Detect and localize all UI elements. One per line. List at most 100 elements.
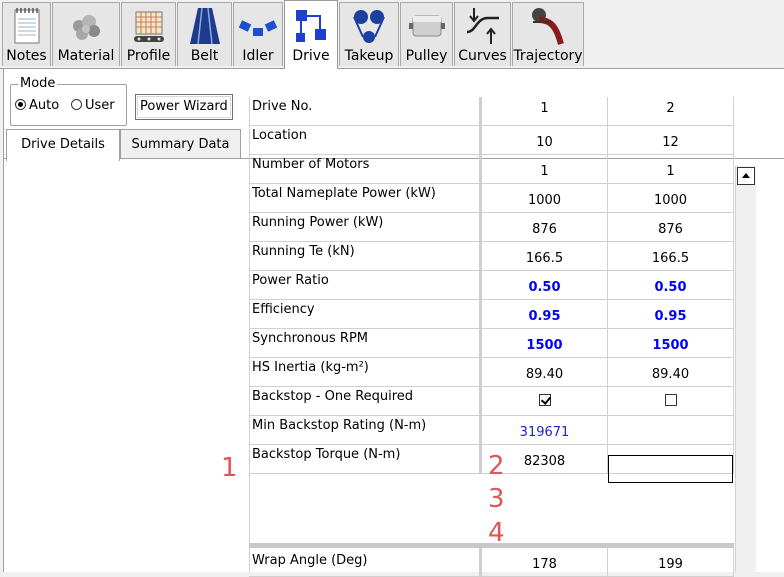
drive1-value[interactable]: 319671 [482,416,608,445]
drive2-value[interactable]: 166.5 [608,242,734,271]
drive1-value[interactable]: 876 [482,213,608,242]
drive1-value[interactable]: 1 [482,97,608,126]
grid-row-wrap-angle: Wrap Angle (Deg) 178 199 [249,548,734,577]
drive1-value[interactable]: 10 [482,126,608,155]
mode-auto-radio[interactable]: Auto [15,98,59,113]
drive1-value[interactable]: 166.5 [482,242,608,271]
drive2-value[interactable]: 1500 [608,329,734,358]
column-separator [479,184,482,213]
drive2-value[interactable]: 89.40 [608,358,734,387]
tab-notes-label: Notes [6,48,47,64]
tab-material-label: Material [57,48,115,64]
ribbon-toolbar: Notes Material Profile Belt Idler Drive … [0,0,784,69]
tab-profile-label: Profile [126,48,171,64]
drive1-value[interactable]: 0.95 [482,300,608,329]
mode-auto-label: Auto [29,98,60,113]
tab-idler[interactable]: Idler [233,2,283,66]
tab-trajectory-label: Trajectory [513,48,583,64]
drive2-value[interactable] [608,416,734,445]
tab-belt-label: Belt [190,48,219,64]
drive1-value[interactable]: 1000 [482,184,608,213]
column-separator [479,126,482,155]
scroll-up-arrow-icon[interactable] [737,167,755,185]
row-label: Backstop - One Required [249,387,482,416]
idler-icon [239,20,277,36]
column-separator [479,329,482,358]
drive2-value[interactable]: 876 [608,213,734,242]
column-separator [479,445,482,474]
column-separator [479,213,482,242]
tab-idler-label: Idler [242,48,274,64]
mode-legend: Mode [18,76,58,91]
tab-takeup[interactable]: Takeup [339,2,399,66]
curves-icon [466,8,499,44]
column-separator [479,416,482,445]
pulley-icon [408,15,445,37]
power-wizard-button[interactable]: Power Wizard [135,94,233,120]
grid-row-number-of-motors: Number of Motors 1 1 [249,155,734,184]
row-label: Running Power (kW) [249,213,482,242]
material-icon [73,15,100,40]
row-label: Drive No. [249,97,482,126]
drive1-value[interactable]: 178 [482,548,608,577]
grid-row-location: Location 10 12 [249,126,734,155]
mode-user-label: User [85,98,115,113]
drive1-value[interactable]: 0.50 [482,271,608,300]
row-label: Efficiency [249,300,482,329]
drive2-backstop-checkbox[interactable] [664,394,677,406]
drive1-value[interactable]: 1 [482,155,608,184]
drive2-value[interactable]: 1 [608,155,734,184]
annotation-4: 4 [488,518,505,548]
tab-pulley[interactable]: Pulley [400,2,453,66]
drive2-value[interactable]: 199 [608,548,734,577]
grid-row-running-power: Running Power (kW) 876 876 [249,213,734,242]
column-separator [479,387,482,416]
annotation-3: 3 [488,484,505,514]
tab-trajectory[interactable]: Trajectory [512,2,584,66]
column-separator [479,300,482,329]
tab-curves[interactable]: Curves [454,2,511,66]
mode-user-radio[interactable]: User [71,98,115,113]
tab-drive[interactable]: Drive [284,0,338,69]
column-separator [479,548,482,577]
drive2-value[interactable]: 1000 [608,184,734,213]
row-label: Backstop Torque (N-m) [249,445,482,474]
tab-belt[interactable]: Belt [177,2,232,66]
row-label: Synchronous RPM [249,329,482,358]
grid-row-drive-no: Drive No. 1 2 [249,97,734,126]
tab-profile[interactable]: Profile [121,2,176,66]
grid-row-hs-inertia: HS Inertia (kg-m²) 89.40 89.40 [249,358,734,387]
grid-row-nameplate-power: Total Nameplate Power (kW) 1000 1000 [249,184,734,213]
annotation-1: 1 [221,453,238,483]
drive2-value[interactable]: 0.95 [608,300,734,329]
drive1-value[interactable]: 1500 [482,329,608,358]
grid-row-running-te: Running Te (kN) 166.5 166.5 [249,242,734,271]
drive2-value[interactable]: 0.50 [608,271,734,300]
drive1-backstop-cell [482,387,608,416]
radio-selected-icon [15,99,26,110]
grid-row-power-ratio: Power Ratio 0.50 0.50 [249,271,734,300]
row-label: Total Nameplate Power (kW) [249,184,482,213]
subtab-drive-details[interactable]: Drive Details [6,129,120,161]
grid-row-efficiency: Efficiency 0.95 0.95 [249,300,734,329]
drive2-value[interactable]: 12 [608,126,734,155]
tab-pulley-label: Pulley [405,48,448,64]
tab-curves-label: Curves [458,48,507,64]
radio-unselected-icon [71,99,82,110]
belt-icon [189,7,220,45]
row-label: Power Ratio [249,271,482,300]
notes-icon [14,8,39,44]
grid-row-backstop: Backstop - One Required [249,387,734,416]
tab-material[interactable]: Material [52,2,120,66]
grid-vertical-scrollbar[interactable] [735,166,756,572]
column-separator [479,242,482,271]
grid-row-min-backstop-rating: Min Backstop Rating (N-m) 319671 [249,416,734,445]
tab-notes[interactable]: Notes [2,2,51,66]
row-label: Running Te (kN) [249,242,482,271]
subtab-summary-data[interactable]: Summary Data [120,129,241,159]
drive2-value[interactable]: 2 [608,97,734,126]
drive1-value[interactable]: 89.40 [482,358,608,387]
drive1-backstop-checkbox[interactable] [538,394,551,406]
grid-row-synchronous-rpm: Synchronous RPM 1500 1500 [249,329,734,358]
row-label: Location [249,126,482,155]
